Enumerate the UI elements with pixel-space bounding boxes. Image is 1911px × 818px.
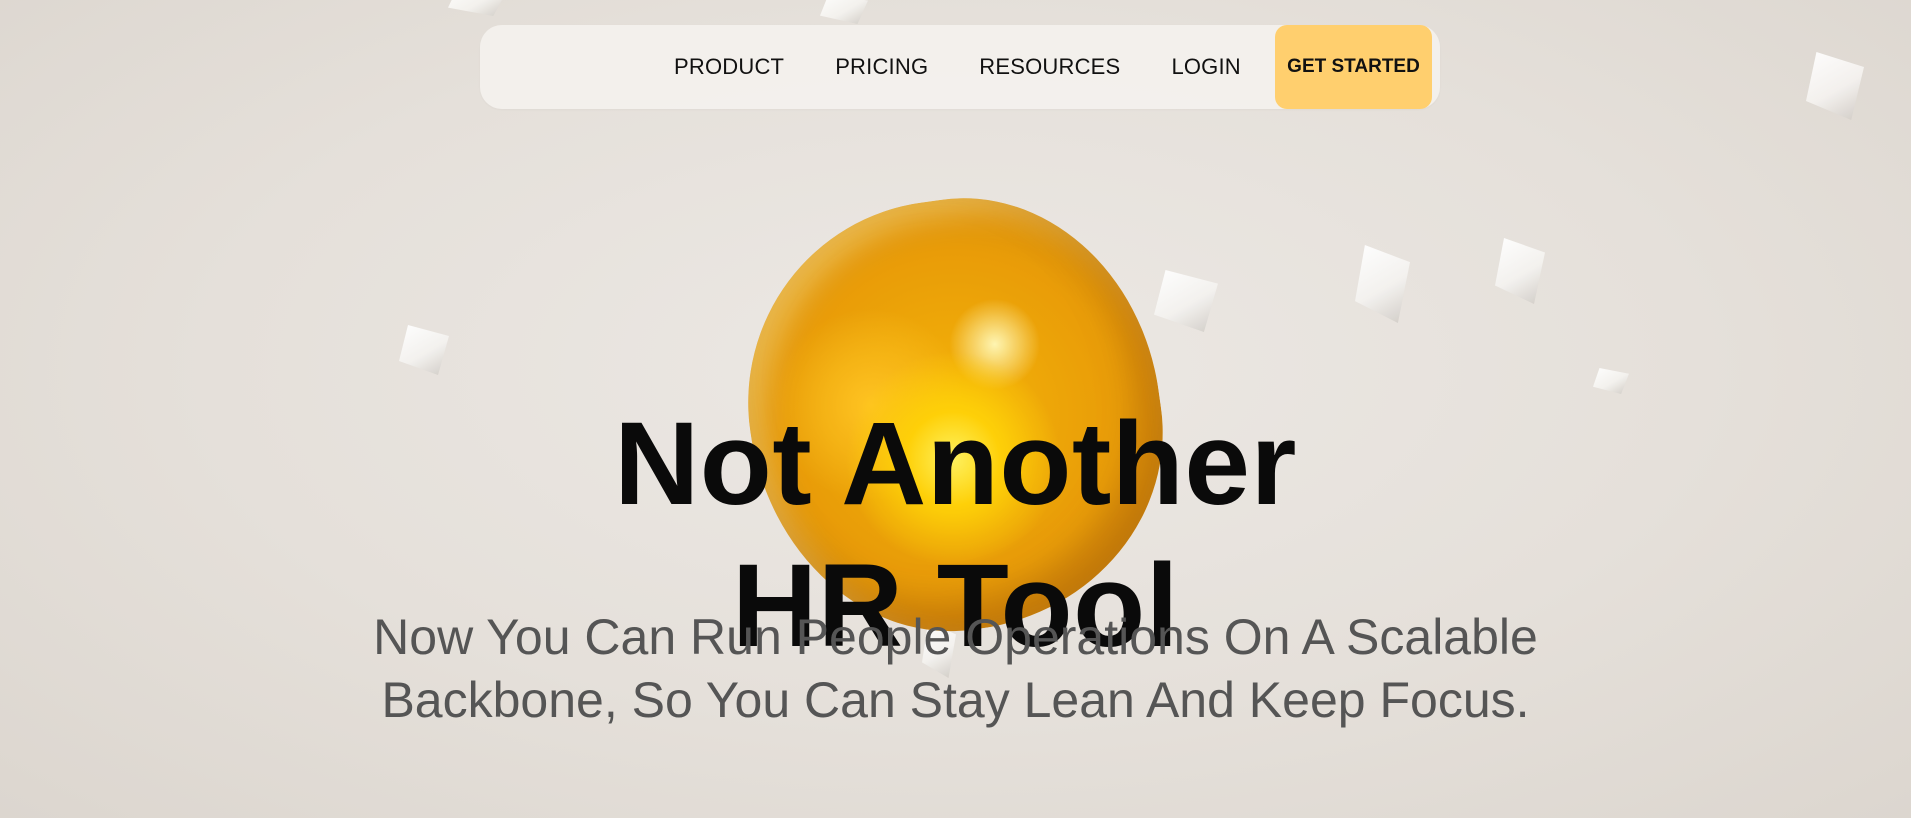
hero-subtitle-line-2: Backbone, So You Can Stay Lean And Keep … (381, 672, 1530, 728)
hero-subtitle: Now You Can Run People Operations On A S… (0, 606, 1911, 732)
decorative-shard (820, 0, 868, 24)
decorative-shard (1593, 368, 1629, 394)
decorative-shard (1355, 245, 1410, 323)
nav-link-product[interactable]: PRODUCT (674, 54, 784, 80)
decorative-shard (1495, 238, 1545, 304)
nav-links: PRODUCT PRICING RESOURCES LOGIN (674, 25, 1241, 109)
hero-subtitle-line-1: Now You Can Run People Operations On A S… (373, 609, 1538, 665)
nav-link-login[interactable]: LOGIN (1171, 54, 1240, 80)
decorative-shard (1154, 270, 1218, 332)
decorative-shard (399, 325, 449, 375)
hero-title-line-1: Not Another (614, 398, 1297, 530)
nav-link-pricing[interactable]: PRICING (835, 54, 928, 80)
nav-link-resources[interactable]: RESOURCES (979, 54, 1120, 80)
decorative-shard (1806, 52, 1864, 120)
decorative-shard (448, 0, 506, 16)
get-started-button[interactable]: GET STARTED (1275, 25, 1432, 109)
